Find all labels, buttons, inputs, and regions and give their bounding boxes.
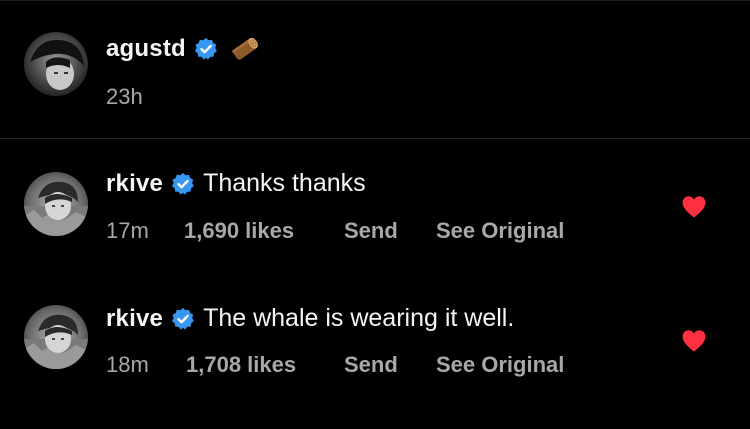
comment-row: rkive The whale is wearing it well. 18m … (0, 273, 750, 429)
verified-badge-icon (171, 172, 195, 196)
send-button[interactable]: Send (344, 218, 436, 244)
avatar[interactable] (24, 305, 88, 369)
comment-meta: 17m 1,690 likes Send See Original (106, 218, 564, 244)
comment-line: rkive The whale is wearing it well. (106, 304, 514, 333)
post-timestamp: 23h (106, 84, 143, 109)
post-author-line: agustd (106, 32, 262, 66)
comment-text: The whale is wearing it well. (203, 304, 515, 332)
see-original-link[interactable]: See Original (436, 218, 564, 244)
likes-count[interactable]: 1,690 likes (184, 218, 344, 244)
verified-badge-icon (171, 307, 195, 331)
comment-line: rkive Thanks thanks (106, 169, 366, 198)
avatar-image (24, 32, 88, 96)
comment-row: rkive Thanks thanks 17m 1,690 likes Send… (0, 139, 750, 273)
avatar-image (24, 305, 88, 369)
post-username[interactable]: agustd (106, 35, 186, 63)
comment-username[interactable]: rkive (106, 305, 163, 333)
avatar-image (24, 172, 88, 236)
comment-username[interactable]: rkive (106, 170, 163, 198)
avatar[interactable] (24, 32, 88, 96)
comment-timestamp: 17m (106, 218, 149, 243)
heart-icon[interactable] (681, 195, 707, 219)
comment-text: Thanks thanks (203, 169, 366, 197)
send-button[interactable]: Send (344, 352, 436, 378)
post-header: agustd 23h (0, 0, 750, 138)
see-original-link[interactable]: See Original (436, 352, 564, 378)
log-emoji-icon (228, 32, 262, 66)
verified-badge-icon (194, 37, 218, 61)
heart-icon[interactable] (681, 329, 707, 353)
comment-meta: 18m 1,708 likes Send See Original (106, 352, 564, 378)
likes-count[interactable]: 1,708 likes (186, 352, 344, 378)
avatar[interactable] (24, 172, 88, 236)
comment-timestamp: 18m (106, 352, 149, 377)
